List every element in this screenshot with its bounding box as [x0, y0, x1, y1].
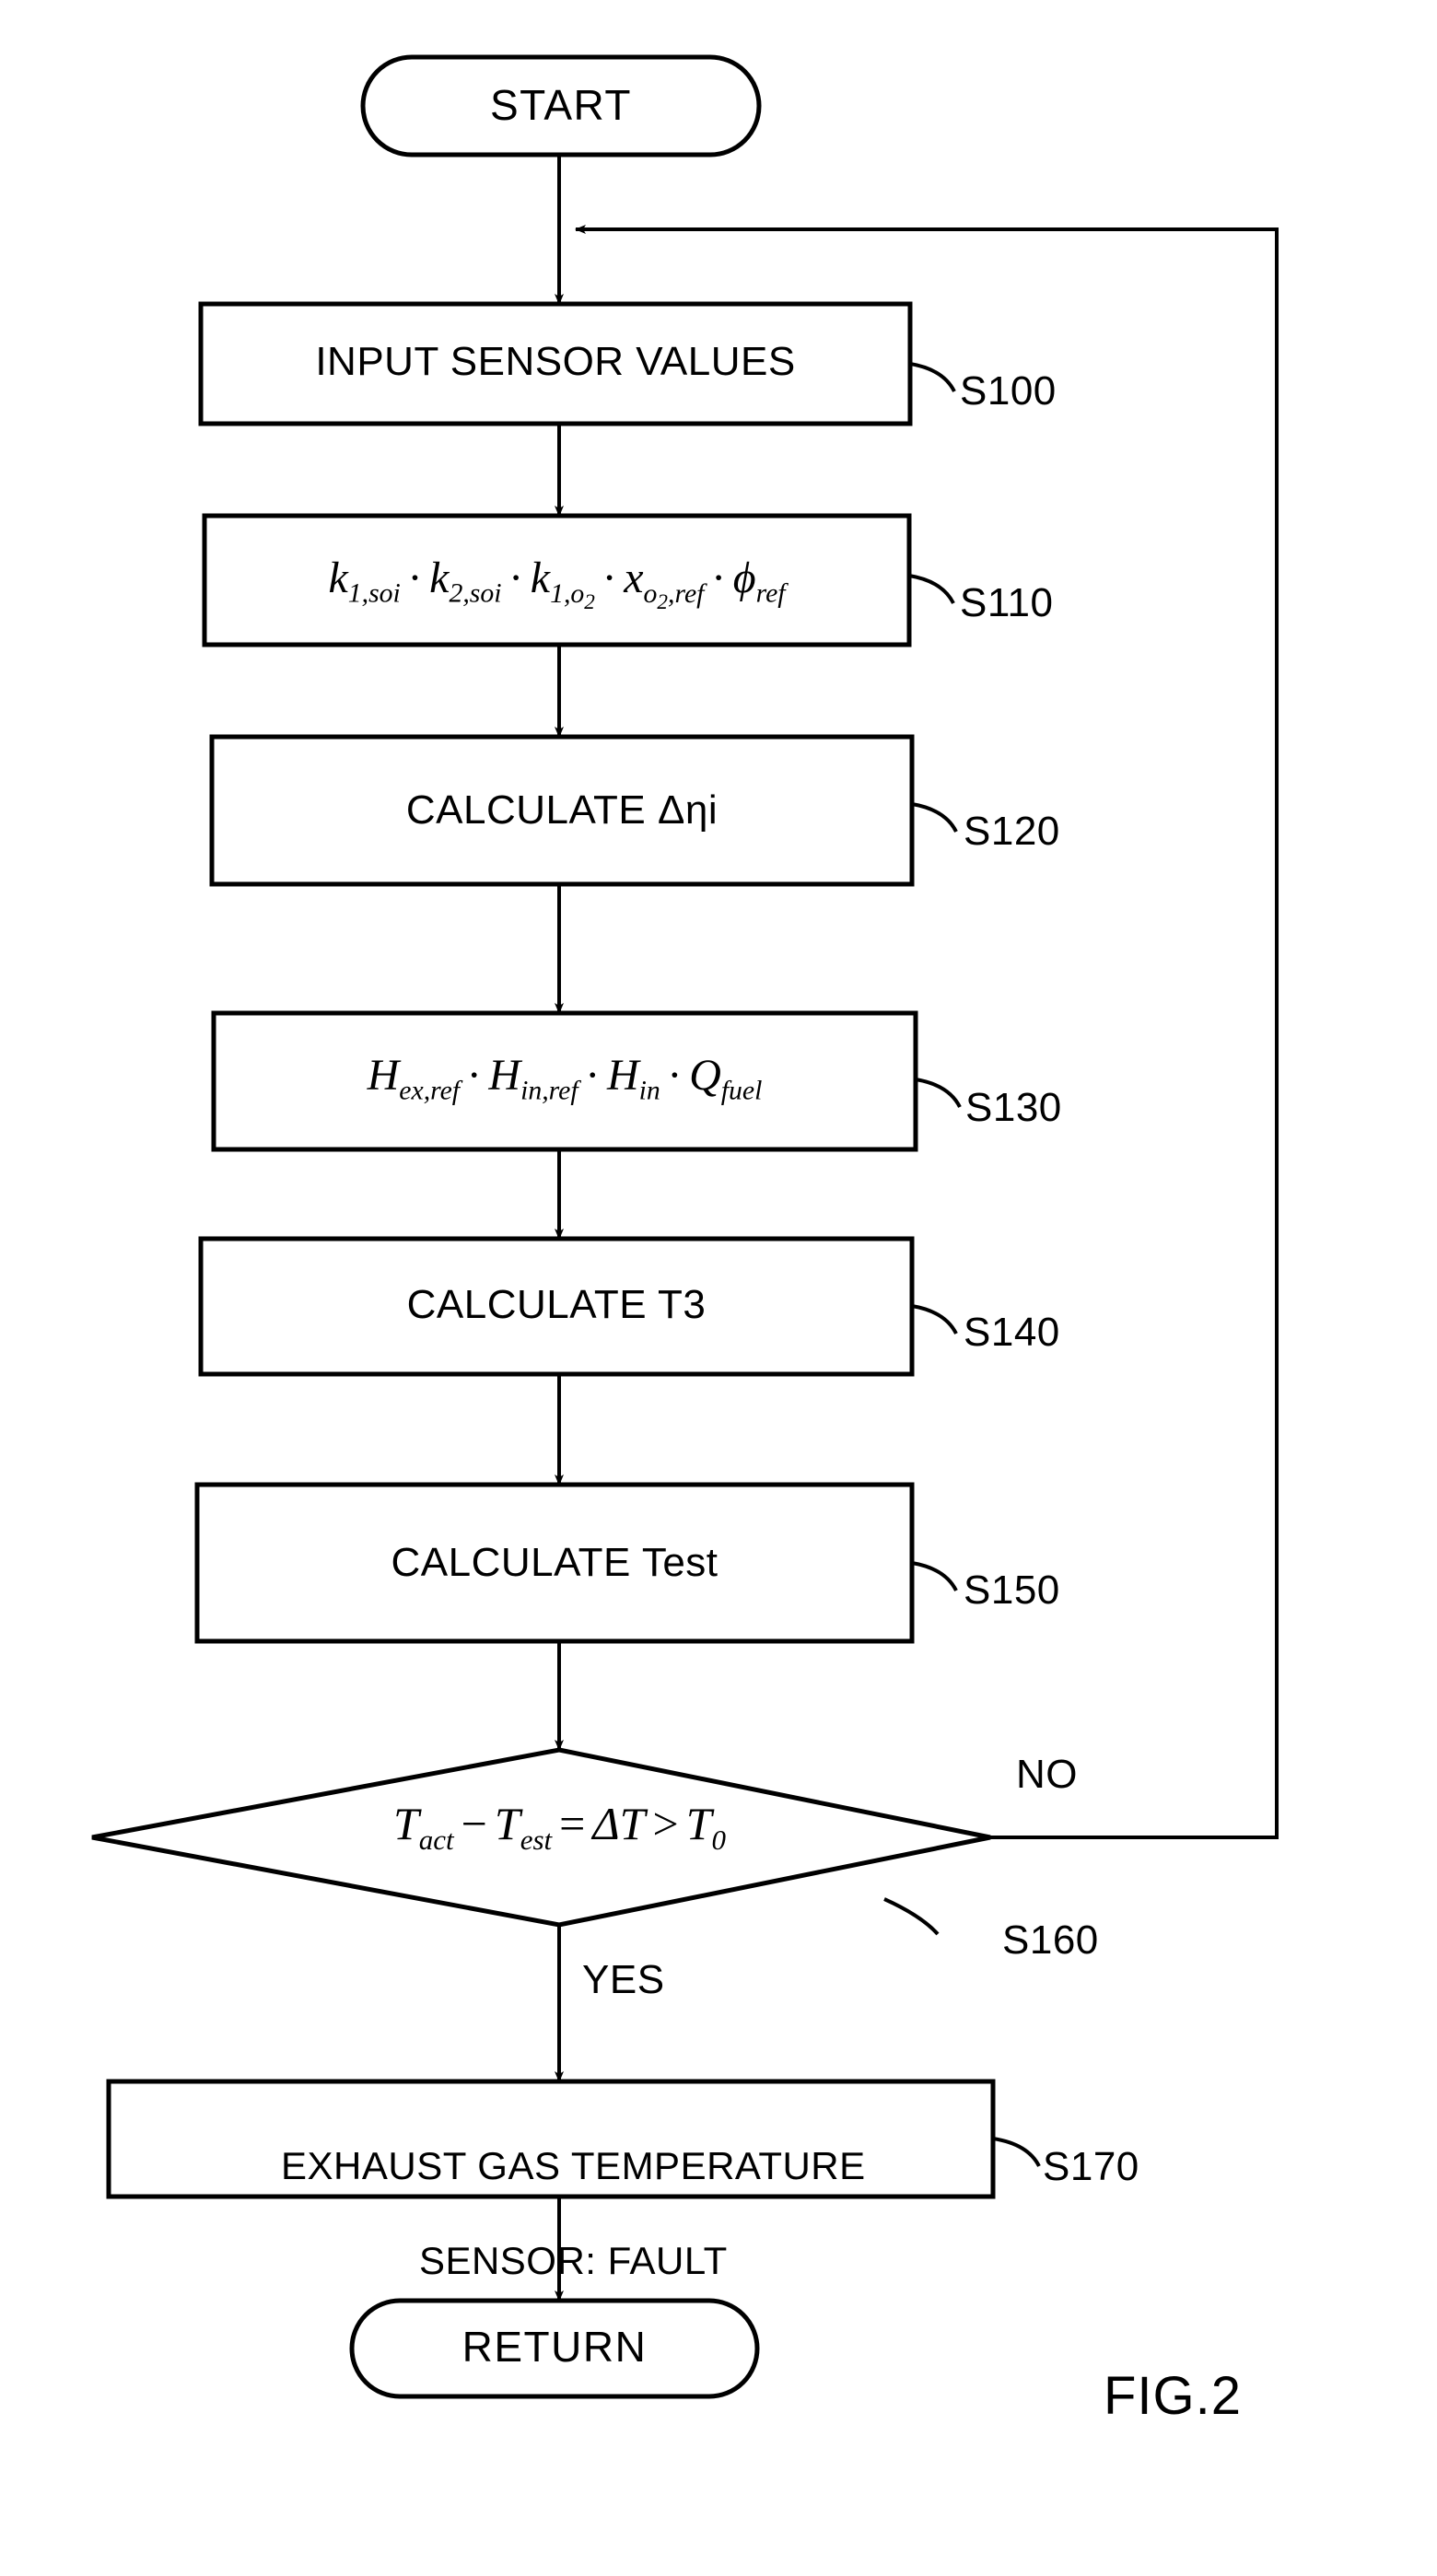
term-k2soi: k2,soi: [429, 554, 502, 609]
figure-caption: FIG.2: [1104, 2366, 1243, 2426]
term-hinref: Hin,ref: [488, 1051, 578, 1106]
step-tag-s130: S130: [965, 1085, 1062, 1130]
step-tag-s170: S170: [1043, 2144, 1139, 2189]
term-phiref: ϕref: [732, 554, 786, 609]
step-tag-s140: S140: [964, 1310, 1060, 1355]
node-s100-label: INPUT SENSOR VALUES: [315, 339, 796, 384]
term-k1o2: k1,o2: [530, 554, 595, 614]
term-hin: Hin: [606, 1051, 660, 1106]
term-qfuel: Qfuel: [689, 1051, 763, 1106]
term-tact: Tact: [392, 1798, 454, 1857]
node-s170-label: EXHAUST GAS TEMPERATURE SENSOR: FAULT: [109, 2095, 993, 2331]
math-dot-3: ·: [602, 554, 617, 602]
math-dot-2: ·: [508, 554, 524, 602]
step-tag-s160: S160: [1002, 1917, 1099, 1963]
leader-s100: [909, 362, 956, 392]
figure-container: START INPUT SENSOR VALUES S100 k1,soi · k2…: [0, 0, 1437, 2576]
leader-s170: [992, 2137, 1041, 2167]
leader-s120: [911, 802, 958, 833]
node-s120-label: CALCULATE Δηi: [405, 787, 718, 833]
step-tag-s150: S150: [964, 1568, 1060, 1613]
node-s170-line2: SENSOR: FAULT: [418, 2238, 728, 2282]
node-start-label: START: [489, 81, 633, 129]
math-minus: −: [461, 1798, 487, 1849]
leader-s160: [883, 1897, 940, 1936]
leader-s140: [911, 1304, 958, 1335]
step-tag-s110: S110: [960, 580, 1054, 625]
math-equals: =: [559, 1798, 586, 1849]
math-dot-7: ·: [667, 1051, 683, 1100]
term-xo2ref: xo2,ref: [624, 554, 705, 614]
leader-s150: [911, 1561, 958, 1591]
connector-group: [555, 155, 1279, 2302]
node-return-label: RETURN: [461, 2323, 648, 2371]
node-s170-line1: EXHAUST GAS TEMPERATURE: [281, 2144, 866, 2188]
math-dot-1: ·: [407, 554, 423, 602]
node-s110-formula: k1,soi · k2,soi · k1,o2 · xo2,ref · ϕref: [204, 553, 909, 614]
math-dot-6: ·: [585, 1051, 601, 1100]
term-t0: T0: [685, 1798, 726, 1857]
node-s150-label: CALCULATE Test: [391, 1540, 718, 1585]
term-hexref: Hex,ref: [367, 1051, 461, 1106]
term-k1soi: k1,soi: [328, 554, 401, 609]
node-s160-formula: Tact − Test = ΔT > T0: [221, 1798, 898, 1857]
math-dot-4: ·: [711, 554, 727, 602]
node-s130-formula: Hex,ref · Hin,ref · Hin · Qfuel: [214, 1050, 916, 1107]
term-deltat: ΔT: [592, 1798, 646, 1849]
math-greater: >: [652, 1798, 679, 1849]
step-tag-s100: S100: [960, 368, 1057, 414]
step-tag-s120: S120: [964, 809, 1060, 854]
term-test: Test: [494, 1798, 553, 1857]
leader-s130: [915, 1078, 962, 1108]
node-s140-label: CALCULATE T3: [406, 1282, 707, 1327]
branch-label-no: NO: [1016, 1752, 1078, 1797]
branch-label-yes: YES: [582, 1957, 665, 2002]
leader-s110: [908, 574, 955, 604]
math-dot-5: ·: [466, 1051, 482, 1100]
